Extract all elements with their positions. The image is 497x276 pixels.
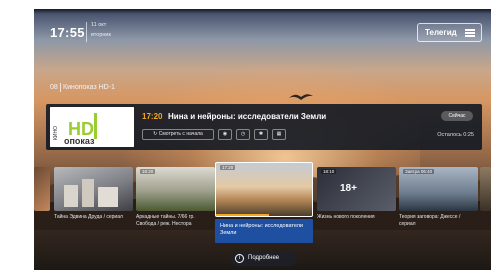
tv-player-screen: 17:55 11 окт вторник Телегид 08 Кинопока… xyxy=(0,0,497,276)
program-card-focused[interactable]: 17:20 xyxy=(215,162,313,217)
card-thumbnail xyxy=(64,179,118,207)
grid-icon: ▦ xyxy=(276,131,282,137)
program-start-time: 17:20 xyxy=(142,112,163,121)
details-label: Подробнее xyxy=(248,255,280,261)
frame-edge xyxy=(491,0,497,276)
frame-edge xyxy=(0,270,497,276)
now-playing-panel: HD КИНО опоказ 17:20 Нина и нейроны: исс… xyxy=(46,104,482,150)
kinopokaz-logo-icon: HD КИНО опоказ xyxy=(50,107,134,147)
watch-from-start-button[interactable]: ↻ Смотреть с начала xyxy=(142,129,214,140)
channel-number: 08 xyxy=(50,84,58,91)
details-button[interactable]: i Подробнее xyxy=(231,252,297,266)
program-title: Нина и нейроны: исследователи Земли xyxy=(168,112,327,121)
program-card-partial[interactable] xyxy=(480,167,491,211)
program-card[interactable]: Завтра 06:40 xyxy=(399,167,478,211)
reminder-button[interactable]: ◷ xyxy=(236,129,250,140)
more-button[interactable]: ▦ xyxy=(272,129,286,140)
weekday-label: вторник xyxy=(91,32,111,38)
program-card-caption: Жизнь нового поколения xyxy=(317,214,375,220)
bird-silhouette xyxy=(289,94,313,100)
program-card-time: 18:10 xyxy=(321,169,337,174)
svg-text:КИНО: КИНО xyxy=(53,126,59,140)
program-card-caption: Тайна Эдвина Друда / сериал xyxy=(54,214,123,220)
clock: 17:55 xyxy=(50,25,85,40)
gear-icon: ✱ xyxy=(258,131,264,137)
frame-edge xyxy=(0,0,34,276)
channel-divider xyxy=(60,83,61,92)
reminder-icon: ◷ xyxy=(240,131,246,137)
date-label: 11 окт xyxy=(91,22,107,28)
channel-name: Кинопоказ HD-1 xyxy=(63,84,115,91)
program-card[interactable] xyxy=(54,167,133,211)
frame-edge xyxy=(0,0,497,9)
live-badge: Сейчас xyxy=(441,111,473,121)
clock-divider xyxy=(86,22,87,42)
svg-text:опоказ: опоказ xyxy=(64,136,95,146)
menu-icon xyxy=(465,29,475,37)
settings-button[interactable]: ✱ xyxy=(254,129,268,140)
age-rating-badge: 18+ xyxy=(340,183,357,194)
watch-from-start-label: Смотреть с начала xyxy=(158,131,203,137)
info-icon: i xyxy=(235,254,244,263)
program-card-caption: Аркадные тайны. 7/66 гр. Свобода / реж. … xyxy=(136,214,195,227)
tv-guide-label: Телегид xyxy=(425,28,457,37)
tv-guide-button[interactable]: Телегид xyxy=(417,23,482,42)
time-remaining: Осталось 0:25 xyxy=(437,132,474,138)
program-card-time: 16:20 xyxy=(140,169,156,174)
program-card[interactable]: 16:20 xyxy=(136,167,215,211)
program-card-time: 17:20 xyxy=(220,165,236,170)
channel-logo: HD КИНО опоказ xyxy=(50,107,134,147)
program-progress-bar xyxy=(216,213,269,216)
record-icon: ◉ xyxy=(222,131,228,137)
program-card-time: Завтра 06:40 xyxy=(403,169,435,174)
program-card-caption: Теория заговора: Джессе / сериал xyxy=(399,214,461,227)
program-card-partial[interactable] xyxy=(34,167,50,211)
focused-card-title: Нина и нейроны: исследователи Земли xyxy=(215,219,313,243)
record-button[interactable]: ◉ xyxy=(218,129,232,140)
